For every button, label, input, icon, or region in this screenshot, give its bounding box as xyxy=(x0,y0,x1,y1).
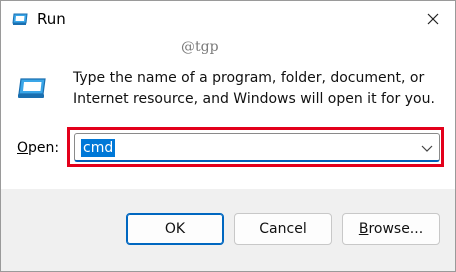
open-label-rest: pen: xyxy=(28,140,60,156)
chevron-down-icon[interactable] xyxy=(421,143,433,153)
ok-button[interactable]: OK xyxy=(126,213,224,245)
run-app-icon xyxy=(18,78,46,98)
run-dialog: Run @tgp Type the name of a program, fol… xyxy=(0,0,456,272)
open-combobox[interactable]: cmd xyxy=(74,133,440,162)
browse-mnemonic: B xyxy=(358,221,369,237)
browse-label-rest: rowse... xyxy=(368,221,424,237)
description-text: Type the name of a program, folder, docu… xyxy=(73,70,435,107)
open-label: Open: xyxy=(17,139,59,157)
cancel-button[interactable]: Cancel xyxy=(234,213,332,245)
button-bar: OK Cancel Browse... xyxy=(1,189,455,271)
browse-button[interactable]: Browse... xyxy=(342,213,440,245)
run-app-icon xyxy=(12,13,28,25)
watermark: @tgp xyxy=(181,39,219,55)
close-button[interactable] xyxy=(411,1,455,37)
close-icon xyxy=(427,13,439,25)
title-bar: Run xyxy=(1,1,455,39)
open-input-value[interactable]: cmd xyxy=(81,139,116,157)
window-title: Run xyxy=(37,10,66,28)
open-label-mnemonic: O xyxy=(17,140,29,156)
